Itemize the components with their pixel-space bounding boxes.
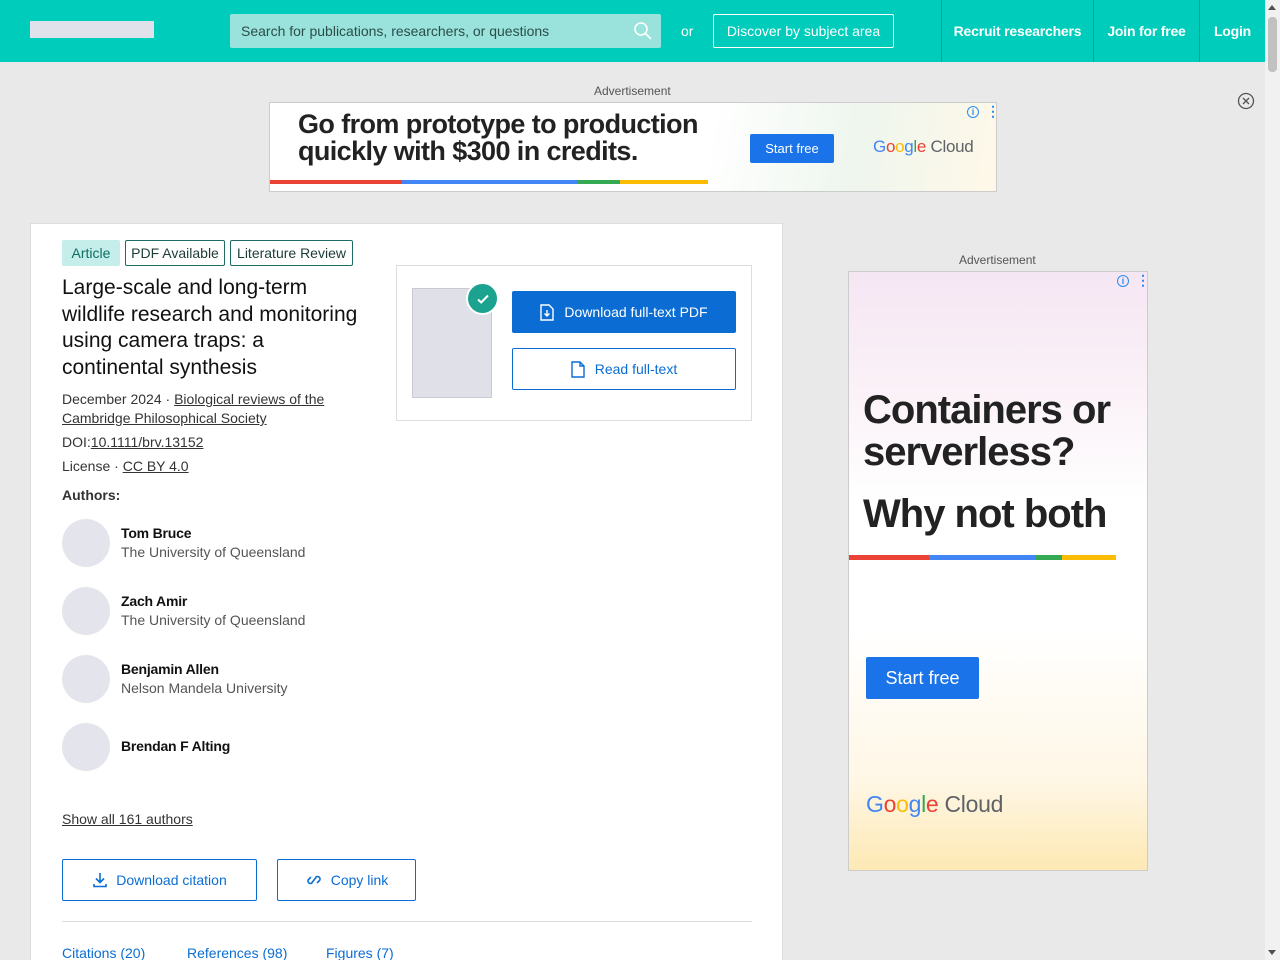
search-input[interactable] bbox=[230, 14, 620, 48]
copy-link-label: Copy link bbox=[330, 872, 389, 888]
authors-label: Authors: bbox=[62, 487, 121, 503]
read-full-text-button[interactable]: Read full-text bbox=[512, 348, 736, 390]
side-ad-start-free-button[interactable]: Start free bbox=[866, 657, 979, 699]
download-icon bbox=[93, 873, 108, 888]
publication-date: December 2024 bbox=[62, 391, 162, 407]
author-institution: Nelson Mandela University bbox=[121, 680, 288, 696]
avatar[interactable] bbox=[62, 723, 110, 771]
show-all-authors-link[interactable]: Show all 161 authors bbox=[62, 811, 193, 827]
download-citation-button[interactable]: Download citation bbox=[62, 859, 257, 901]
recruit-researchers-link[interactable]: Recruit researchers bbox=[941, 0, 1093, 62]
top-navigation-bar: or Discover by subject area Recruit rese… bbox=[0, 0, 1265, 62]
article-type-badge: Article bbox=[62, 240, 120, 266]
author-name[interactable]: Zach Amir bbox=[121, 593, 187, 609]
side-ad-headline: Containers or serverless? bbox=[863, 388, 1111, 474]
author-institution: The University of Queensland bbox=[121, 612, 306, 628]
full-text-panel: Download full-text PDF Read full-text bbox=[396, 265, 752, 421]
close-ad-icon[interactable] bbox=[1237, 92, 1255, 110]
link-icon bbox=[306, 875, 321, 885]
side-color-bar bbox=[849, 555, 1116, 560]
site-logo[interactable] bbox=[30, 21, 154, 38]
pdf-available-badge: PDF Available bbox=[125, 240, 225, 266]
author-item[interactable]: Benjamin Allen Nelson Mandela University bbox=[62, 655, 382, 703]
discover-by-subject-button[interactable]: Discover by subject area bbox=[713, 14, 894, 48]
ad-info-icon[interactable]: i bbox=[967, 106, 979, 118]
license-link[interactable]: CC BY 4.0 bbox=[123, 458, 189, 474]
download-pdf-button[interactable]: Download full-text PDF bbox=[512, 291, 736, 333]
author-name[interactable]: Benjamin Allen bbox=[121, 661, 219, 677]
tab-figures[interactable]: Figures (7) bbox=[326, 945, 394, 960]
banner-google-cloud-logo: Google Cloud bbox=[873, 137, 974, 156]
avatar[interactable] bbox=[62, 587, 110, 635]
divider bbox=[62, 921, 752, 922]
doi-row: DOI:10.1111/brv.13152 bbox=[62, 433, 203, 452]
ad-menu-dots-icon[interactable]: ⋮ bbox=[1136, 273, 1147, 287]
author-institution: The University of Queensland bbox=[121, 544, 306, 560]
banner-ad-start-free-button[interactable]: Start free bbox=[750, 134, 834, 163]
download-citation-label: Download citation bbox=[116, 872, 227, 888]
scroll-up-arrow-icon[interactable] bbox=[1268, 5, 1276, 10]
doi-label: DOI: bbox=[62, 434, 91, 450]
search-box[interactable] bbox=[230, 14, 661, 48]
banner-color-bar bbox=[270, 180, 708, 184]
author-item[interactable]: Brendan F Alting bbox=[62, 723, 382, 771]
page-scrollbar[interactable] bbox=[1265, 0, 1280, 960]
literature-review-badge: Literature Review bbox=[230, 240, 353, 266]
ad-menu-dots-icon[interactable]: ⋮ bbox=[986, 104, 996, 118]
copy-link-button[interactable]: Copy link bbox=[277, 859, 416, 901]
publication-info: December 2024 · Biological reviews of th… bbox=[62, 390, 352, 428]
avatar[interactable] bbox=[62, 519, 110, 567]
separator: · bbox=[161, 391, 175, 407]
banner-advertisement[interactable]: Go from prototype to production quickly … bbox=[269, 102, 997, 192]
author-item[interactable]: Tom Bruce The University of Queensland bbox=[62, 519, 382, 567]
avatar[interactable] bbox=[62, 655, 110, 703]
author-item[interactable]: Zach Amir The University of Queensland bbox=[62, 587, 382, 635]
download-pdf-label: Download full-text PDF bbox=[564, 304, 708, 320]
article-title: Large-scale and long-term wildlife resea… bbox=[62, 276, 358, 379]
side-ad-label: Advertisement bbox=[959, 253, 1036, 267]
license-label: License · bbox=[62, 458, 123, 474]
side-advertisement[interactable]: Containers or serverless? Why not both S… bbox=[848, 271, 1148, 871]
license-row: License · CC BY 4.0 bbox=[62, 457, 189, 476]
search-icon[interactable] bbox=[633, 21, 653, 41]
join-for-free-link[interactable]: Join for free bbox=[1093, 0, 1199, 62]
author-name[interactable]: Brendan F Alting bbox=[121, 738, 230, 754]
document-icon bbox=[571, 360, 585, 378]
pdf-download-icon bbox=[540, 303, 555, 321]
login-link[interactable]: Login bbox=[1199, 0, 1265, 62]
ad-info-icon[interactable]: i bbox=[1117, 275, 1129, 287]
banner-ad-label: Advertisement bbox=[594, 84, 671, 98]
article-card: Article PDF Available Literature Review … bbox=[30, 223, 783, 960]
scroll-down-arrow-icon[interactable] bbox=[1268, 950, 1276, 955]
author-name[interactable]: Tom Bruce bbox=[121, 525, 191, 541]
scroll-thumb[interactable] bbox=[1268, 17, 1277, 72]
or-text: or bbox=[681, 23, 694, 39]
read-full-text-label: Read full-text bbox=[594, 361, 678, 377]
side-ad-subheadline: Why not both bbox=[863, 492, 1107, 536]
banner-ad-headline: Go from prototype to production quickly … bbox=[298, 109, 698, 166]
tab-citations[interactable]: Citations (20) bbox=[62, 945, 145, 960]
side-google-cloud-logo: Google Cloud bbox=[866, 791, 1004, 817]
tab-references[interactable]: References (98) bbox=[187, 945, 287, 960]
check-icon bbox=[466, 282, 499, 315]
doi-link[interactable]: 10.1111/brv.13152 bbox=[91, 434, 204, 450]
